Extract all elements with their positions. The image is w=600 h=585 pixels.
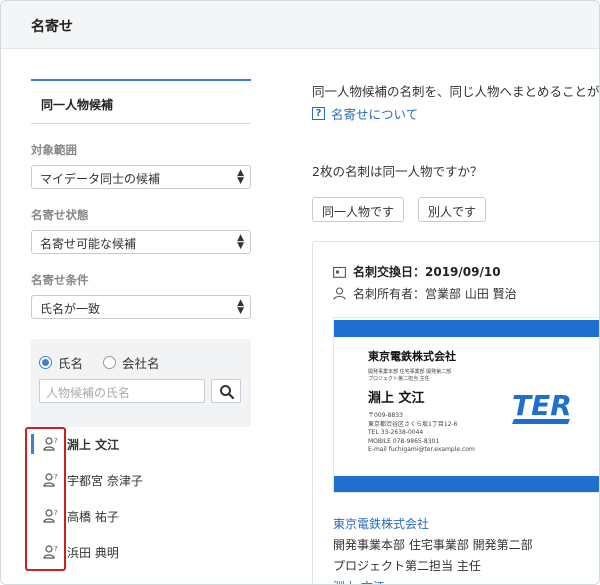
highlight-box xyxy=(25,427,66,571)
page-header: 名寄せ xyxy=(1,1,599,49)
candidate-name: 淵上 文江 xyxy=(67,438,120,452)
candidate-name: 浜田 典明 xyxy=(67,546,119,560)
condition-select[interactable]: 氏名が一致 ▲ ▼ xyxy=(31,295,251,319)
search-icon xyxy=(220,385,235,400)
condition-select-value: 氏名が一致 xyxy=(40,302,101,316)
radio-company-label: 会社名 xyxy=(122,356,160,371)
window: 名寄せ 同一人物候補 対象範囲 マイデータ同士の候補 ▲ ▼ 名寄せ状態 名寄せ可… xyxy=(0,0,600,585)
detail-company-link[interactable]: 東京電鉄株式会社 xyxy=(333,514,533,535)
detail-dept1: 開発事業本部 住宅事業部 開発第二部 xyxy=(333,538,533,552)
status-select-value: 名寄せ可能な候補 xyxy=(40,237,137,251)
sidebar: 同一人物候補 対象範囲 マイデータ同士の候補 ▲ ▼ 名寄せ状態 名寄せ可能な候補… xyxy=(31,79,251,427)
page-title: 名寄せ xyxy=(31,19,73,35)
status-label: 名寄せ状態 xyxy=(31,208,89,222)
card-details: 東京電鉄株式会社 開発事業本部 住宅事業部 開発第二部 プロジェクト第二担当 主… xyxy=(333,514,533,584)
condition-label: 名寄せ条件 xyxy=(31,273,89,287)
scope-select-value: マイデータ同士の候補 xyxy=(40,172,161,186)
scope-select[interactable]: マイデータ同士の候補 ▲ ▼ xyxy=(31,165,251,189)
select-arrows-icon: ▲ ▼ xyxy=(237,168,244,186)
radio-name[interactable]: 氏名 xyxy=(39,353,83,372)
card-mobile: MOBILE 078-9865-8301 xyxy=(368,437,440,445)
card-dept-line1: 開発事業本部 住宅事業部 開発第二部 xyxy=(368,369,452,375)
card-dept-line2: プロジェクト第二担当 主任 xyxy=(368,376,430,382)
radio-company[interactable]: 会社名 xyxy=(103,353,160,372)
scope-label: 対象範囲 xyxy=(31,143,77,157)
status-select[interactable]: 名寄せ可能な候補 ▲ ▼ xyxy=(31,230,251,254)
card-panel: 名刺交換日：2019/09/10 名刺所有者：営業部 山田 賢治 東京電鉄株式会… xyxy=(312,241,599,584)
question-icon: ? xyxy=(312,107,325,120)
help-link-label: 名寄せについて xyxy=(331,107,419,122)
company-logo-icon: TER xyxy=(512,389,572,424)
logo-text: TER xyxy=(512,389,572,422)
calendar-icon xyxy=(333,266,346,278)
business-card-image[interactable]: 東京電鉄株式会社 開発事業本部 住宅事業部 開発第二部 プロジェクト第二担当 主… xyxy=(333,317,599,493)
card-contact-block: 〒009-8833 東京都渋谷区さくら坂1丁目12-6 TEL 33-2638-… xyxy=(368,412,475,455)
card-person-name: 淵上 文江 xyxy=(368,391,425,406)
candidate-name: 宇都宮 奈津子 xyxy=(67,474,143,488)
card-company: 東京電鉄株式会社 xyxy=(368,350,456,363)
card-owner-text: 名刺所有者：営業部 山田 賢治 xyxy=(353,287,517,301)
card-top-band xyxy=(334,320,599,337)
card-tel: TEL 33-2638-0044 xyxy=(368,429,424,436)
same-person-button[interactable]: 同一人物です xyxy=(312,197,405,222)
radio-selected-icon xyxy=(39,356,52,369)
different-person-button[interactable]: 別人です xyxy=(418,197,487,222)
card-zip: 〒009-8833 xyxy=(368,412,403,419)
card-email: E-mail fuchigami@ter.example.com xyxy=(368,446,475,453)
intro-text: 同一人物候補の名刺を、同じ人物へまとめることがで xyxy=(312,84,600,99)
tab-same-person-candidates[interactable]: 同一人物候補 xyxy=(31,79,251,124)
select-arrows-icon: ▲ ▼ xyxy=(237,298,244,316)
detail-name-link[interactable]: 淵上 文江 xyxy=(333,577,533,584)
select-arrows-icon: ▲ ▼ xyxy=(237,233,244,251)
exchange-date-text: 名刺交換日：2019/09/10 xyxy=(353,265,501,279)
person-icon xyxy=(333,287,346,300)
exchange-date: 名刺交換日：2019/09/10 xyxy=(333,263,501,280)
help-link[interactable]: ? 名寄せについて xyxy=(312,104,418,123)
card-bottom-band xyxy=(334,476,599,492)
candidate-name-input[interactable]: 人物候補の氏名 xyxy=(39,379,205,403)
card-address: 東京都渋谷区さくら坂1丁目12-6 xyxy=(368,420,458,428)
question-text: 2枚の名刺は同一人物ですか？ xyxy=(312,164,483,179)
candidate-name: 高橋 祐子 xyxy=(67,510,119,524)
radio-unselected-icon xyxy=(103,356,116,369)
radio-name-label: 氏名 xyxy=(58,356,84,371)
detail-dept2: プロジェクト第二担当 主任 xyxy=(333,559,481,573)
card-owner: 名刺所有者：営業部 山田 賢治 xyxy=(333,285,517,302)
search-button[interactable] xyxy=(211,379,241,403)
candidate-search-panel: 氏名 会社名 人物候補の氏名 xyxy=(31,339,251,427)
